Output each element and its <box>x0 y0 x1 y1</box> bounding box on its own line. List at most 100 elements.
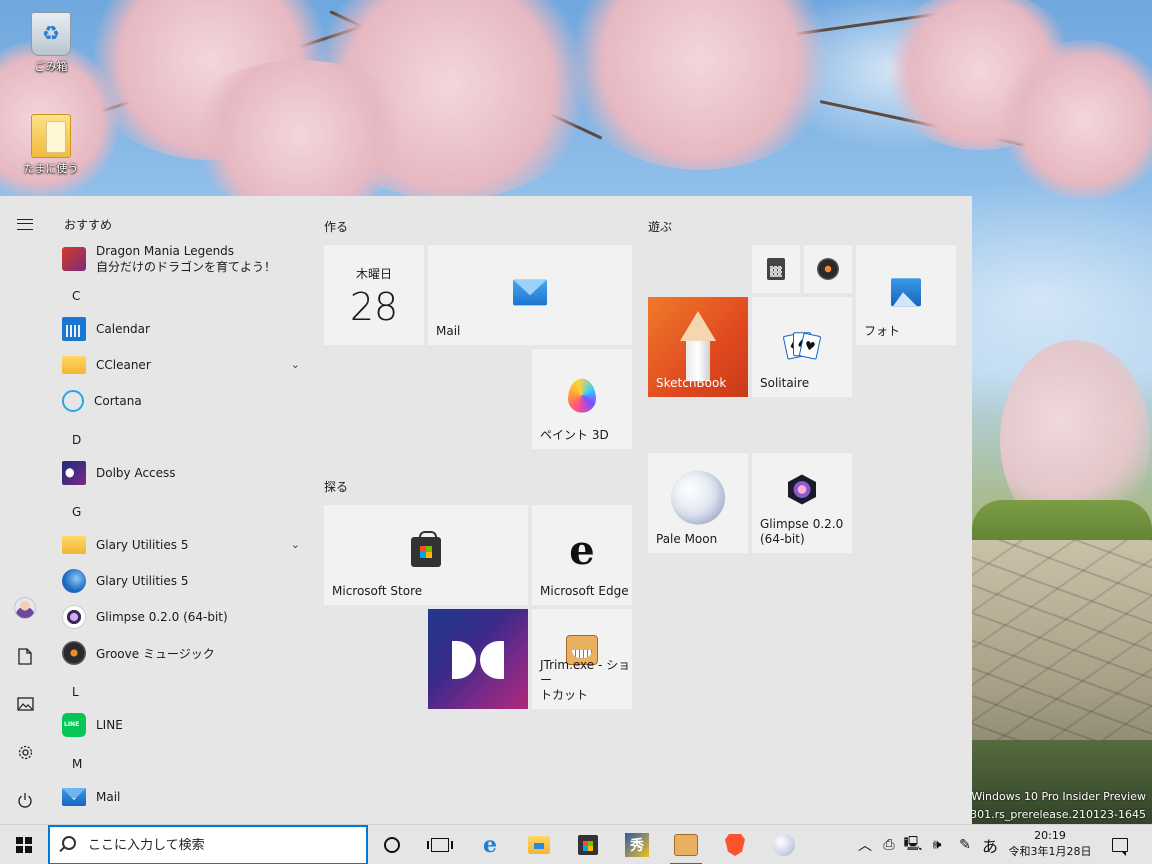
letter-header-m[interactable]: M <box>72 757 82 771</box>
watermark-line1: Windows 10 Pro Insider Preview <box>971 790 1146 803</box>
app-name: Glimpse 0.2.0 (64-bit) <box>96 610 228 624</box>
search-box[interactable] <box>48 825 368 864</box>
app-item-groove[interactable]: Groove ミュージック <box>62 637 306 669</box>
store-icon <box>578 835 598 855</box>
tile-glimpse[interactable]: Glimpse 0.2.0 (64-bit) <box>752 453 852 553</box>
photos-icon <box>891 278 921 307</box>
documents-button[interactable] <box>0 634 50 678</box>
network-button[interactable]: 🖳 <box>902 825 924 864</box>
tile-groove[interactable] <box>804 245 852 293</box>
app-name: CCleaner <box>96 358 151 372</box>
app-item-dragon-mania-legends[interactable]: Dragon Mania Legends 自分だけのドラゴンを育てよう！ <box>62 242 306 276</box>
letter-header-l[interactable]: L <box>72 685 79 699</box>
taskbar-file-explorer[interactable] <box>515 825 563 864</box>
tile-label: Microsoft Store <box>332 584 423 598</box>
app-name: Glary Utilities 5 <box>96 538 189 552</box>
tile-jtrim[interactable]: JTrim.exe - ショー トカット <box>532 609 632 709</box>
picture-icon <box>16 697 34 711</box>
taskbar-brave[interactable] <box>711 825 759 864</box>
desktop-icon-recycle-bin[interactable]: ごみ箱 <box>16 12 86 74</box>
tile-label: Solitaire <box>760 376 810 390</box>
start-menu: おすすめ Dragon Mania Legends 自分だけのドラゴンを育てよう… <box>0 196 972 824</box>
app-name: Calendar <box>96 322 150 336</box>
tile-pale-moon[interactable]: Pale Moon <box>648 453 748 553</box>
groove-icon <box>817 258 839 280</box>
tile-label: SketchBook <box>656 376 727 390</box>
line-icon <box>62 713 86 737</box>
avatar <box>14 597 36 619</box>
tile-calculator[interactable] <box>752 245 800 293</box>
expand-menu-button[interactable] <box>0 202 50 246</box>
app-item-cortana[interactable]: Cortana <box>62 385 306 417</box>
app-item-calendar[interactable]: Calendar <box>62 313 306 345</box>
tile-sketchbook[interactable]: SketchBook <box>648 297 748 397</box>
group-title-explore[interactable]: 探る <box>324 478 348 495</box>
tile-microsoft-store[interactable]: Microsoft Store <box>324 505 528 605</box>
letter-header-g[interactable]: G <box>72 505 81 519</box>
volume-button[interactable]: 🕪 <box>926 825 948 864</box>
app-name: Dolby Access <box>96 466 176 480</box>
start-button[interactable] <box>0 825 48 864</box>
show-hidden-icons-button[interactable]: ︿ <box>854 825 876 864</box>
mail-icon <box>62 788 86 806</box>
app-item-dolby-access[interactable]: Dolby Access <box>62 457 306 489</box>
cortana-button[interactable] <box>368 825 416 864</box>
settings-button[interactable] <box>0 730 50 774</box>
tile-solitaire[interactable]: ♦ ♠ ♥ Solitaire <box>752 297 852 397</box>
app-item-glary-utilities[interactable]: Glary Utilities 5 <box>62 565 306 597</box>
tile-label: JTrim.exe - ショー トカット <box>540 658 631 702</box>
glimpse-icon <box>788 474 816 505</box>
mail-icon <box>513 279 547 306</box>
wallpaper-blossom <box>180 60 420 210</box>
wallpaper-blossom <box>560 0 840 170</box>
watermark-line2: d 21301.rs_prerelease.210123-1645 <box>945 808 1146 821</box>
pictures-button[interactable] <box>0 682 50 726</box>
taskbar-pale-moon[interactable] <box>760 825 808 864</box>
tile-paint3d[interactable]: ペイント 3D <box>532 349 632 449</box>
letter-header-c[interactable]: C <box>72 289 80 303</box>
recycle-bin-icon <box>31 12 71 56</box>
app-item-mail[interactable]: Mail <box>62 781 306 813</box>
pen-button[interactable]: ✎ <box>954 825 976 864</box>
meet-now-button[interactable]: ⎙ <box>878 825 900 864</box>
store-icon <box>411 531 441 567</box>
tile-calendar[interactable]: 木曜日 28 <box>324 245 424 345</box>
taskbar-jtrim[interactable] <box>662 825 710 864</box>
taskbar-edge[interactable]: e <box>466 825 514 864</box>
user-account-button[interactable] <box>0 586 50 630</box>
desktop-icon-folder[interactable]: たまに使う <box>16 114 86 176</box>
task-view-icon <box>427 838 453 852</box>
tile-microsoft-edge[interactable]: e Microsoft Edge <box>532 505 632 605</box>
letter-header-d[interactable]: D <box>72 433 81 447</box>
chevron-down-icon: ⌄ <box>290 538 300 551</box>
clock[interactable]: 20:19 令和3年1月28日 <box>1000 828 1100 860</box>
tile-mail[interactable]: Mail <box>428 245 632 345</box>
task-view-button[interactable] <box>416 825 464 864</box>
group-title-create[interactable]: 作る <box>324 218 348 235</box>
app-item-ccleaner[interactable]: CCleaner ⌄ <box>62 349 306 381</box>
chevron-down-icon: ⌄ <box>290 358 300 371</box>
app-item-glary-folder[interactable]: Glary Utilities 5 ⌄ <box>62 529 306 561</box>
tile-dolby-access[interactable] <box>428 609 528 709</box>
notifications-button[interactable] <box>1108 825 1132 864</box>
group-title-play[interactable]: 遊ぶ <box>648 218 672 235</box>
cortana-icon <box>384 837 400 853</box>
clock-time: 20:19 <box>1034 829 1066 842</box>
taskbar-microsoft-store[interactable] <box>564 825 612 864</box>
app-item-glimpse[interactable]: Glimpse 0.2.0 (64-bit) <box>62 601 306 633</box>
glimpse-icon <box>62 605 86 629</box>
taskbar-hidemaru[interactable]: 秀 <box>613 825 661 864</box>
tile-label: ペイント 3D <box>540 428 609 442</box>
app-item-line[interactable]: LINE <box>62 709 306 741</box>
app-name: Mail <box>96 790 121 804</box>
app-name: Cortana <box>94 394 142 408</box>
dolby-icon <box>452 641 504 679</box>
tile-label: Pale Moon <box>656 532 718 546</box>
ime-button[interactable]: あ <box>978 825 1002 864</box>
app-list: おすすめ Dragon Mania Legends 自分だけのドラゴンを育てよう… <box>56 196 306 824</box>
folder-icon <box>31 114 71 158</box>
tile-photos[interactable]: フォト <box>856 245 956 345</box>
notification-icon <box>1112 838 1128 856</box>
power-button[interactable] <box>0 778 50 822</box>
search-input[interactable] <box>88 837 328 853</box>
